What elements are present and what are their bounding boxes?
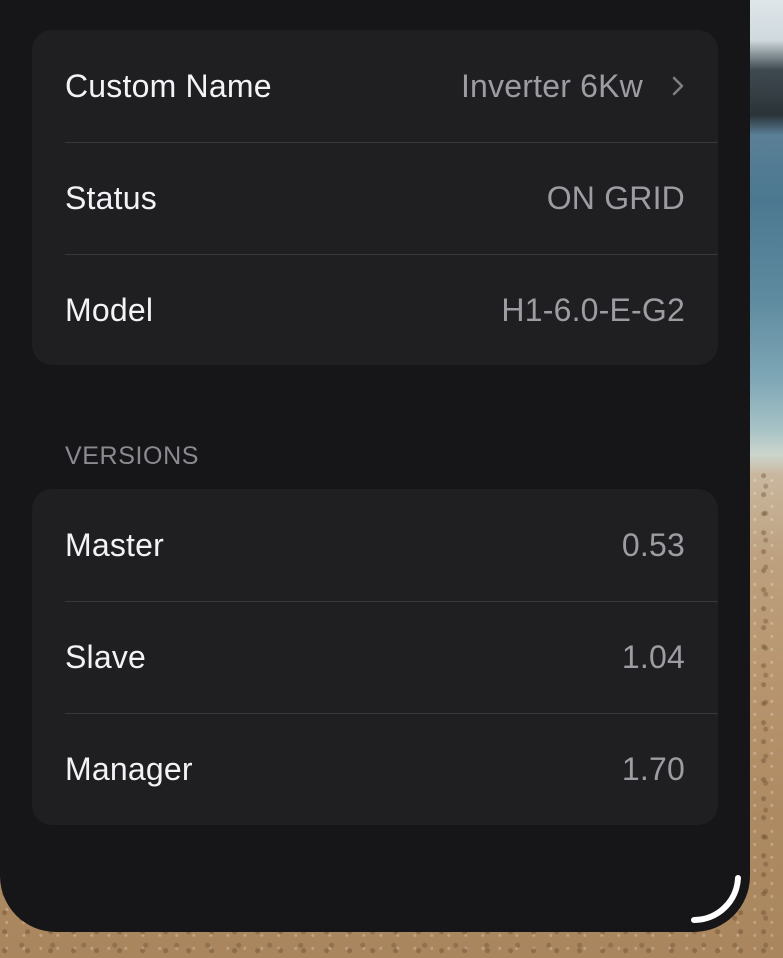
slave-version-row: Slave 1.04 xyxy=(32,601,718,713)
slave-version-value: 1.04 xyxy=(621,638,685,675)
custom-name-value-container: Inverter 6Kw xyxy=(461,68,685,105)
manager-version-row: Manager 1.70 xyxy=(32,713,718,825)
custom-name-row[interactable]: Custom Name Inverter 6Kw xyxy=(32,30,718,142)
master-label: Master xyxy=(65,526,164,563)
device-details-sheet: Custom Name Inverter 6Kw Status ON GRID … xyxy=(0,0,750,932)
resize-handle-icon[interactable] xyxy=(686,868,746,928)
status-row: Status ON GRID xyxy=(32,142,718,254)
custom-name-value: Inverter 6Kw xyxy=(460,67,643,104)
manager-version-value: 1.70 xyxy=(621,750,685,787)
status-label: Status xyxy=(65,179,157,216)
model-row: Model H1-6.0-E-G2 xyxy=(32,254,718,365)
versions-group: Master 0.53 Slave 1.04 Manager 1.70 xyxy=(32,489,718,825)
master-version-value: 0.53 xyxy=(621,526,685,563)
model-label: Model xyxy=(65,291,154,328)
custom-name-label: Custom Name xyxy=(65,67,272,104)
master-version-row: Master 0.53 xyxy=(32,489,718,601)
status-value: ON GRID xyxy=(546,179,685,216)
versions-section-header: VERSIONS xyxy=(65,442,199,470)
chevron-right-icon xyxy=(672,76,684,96)
slave-label: Slave xyxy=(65,638,147,675)
device-info-group: Custom Name Inverter 6Kw Status ON GRID … xyxy=(32,30,718,365)
model-value: H1-6.0-E-G2 xyxy=(501,291,685,328)
manager-label: Manager xyxy=(65,750,193,787)
